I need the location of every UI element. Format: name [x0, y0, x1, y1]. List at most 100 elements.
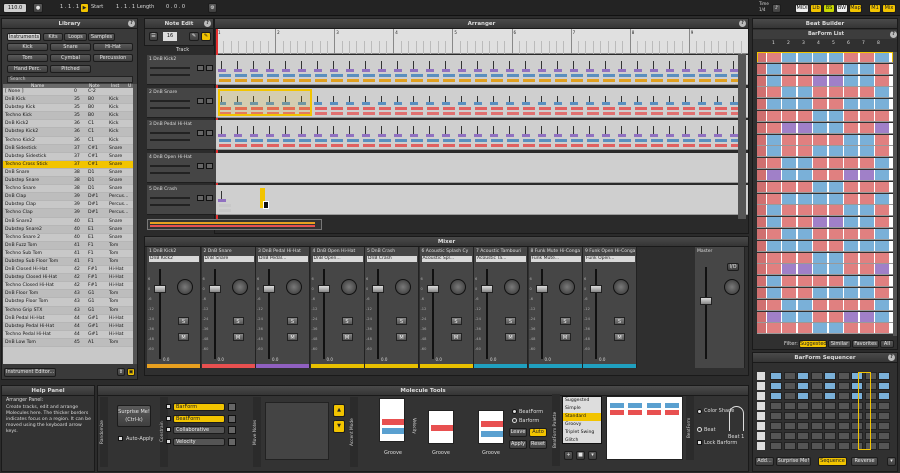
- bs-button[interactable]: BS: [823, 4, 835, 13]
- note-event[interactable]: [395, 74, 407, 77]
- note-event[interactable]: [682, 134, 690, 137]
- track-volume-slider[interactable]: [150, 99, 190, 102]
- fader-handle[interactable]: [481, 285, 493, 293]
- surprise-me-button[interactable]: Surprise Me! (Ctrl-k): [117, 405, 151, 427]
- note-event[interactable]: [491, 111, 503, 115]
- note-event[interactable]: [362, 101, 370, 105]
- sequencer-cell[interactable]: [824, 412, 836, 420]
- start-toggle[interactable]: ▶: [80, 3, 89, 13]
- note-event[interactable]: [571, 74, 583, 77]
- note-event[interactable]: [314, 101, 322, 105]
- constraint-collaborative[interactable]: Collaborative: [173, 426, 225, 434]
- note-event[interactable]: [491, 79, 503, 82]
- color-shade-radio[interactable]: [697, 409, 702, 414]
- note-event[interactable]: [522, 134, 530, 137]
- tab-instruments[interactable]: Instruments: [7, 33, 41, 41]
- note-event[interactable]: [506, 69, 514, 72]
- note-event[interactable]: [219, 79, 231, 82]
- library-row[interactable]: Dubstep Kick 35 B0 Kick: [3, 104, 133, 113]
- sequencer-cell[interactable]: [797, 382, 809, 390]
- note-event[interactable]: [426, 69, 434, 72]
- note-event[interactable]: [330, 134, 338, 137]
- note-event[interactable]: [667, 106, 679, 110]
- constraint-checkbox[interactable]: [166, 438, 171, 444]
- pan-knob[interactable]: [177, 279, 193, 295]
- note-event[interactable]: [459, 106, 471, 110]
- note-event[interactable]: [395, 111, 407, 115]
- bw-button[interactable]: BW: [836, 4, 848, 13]
- barform-row[interactable]: [757, 311, 893, 323]
- mute-button[interactable]: M: [505, 333, 516, 341]
- note-event[interactable]: [475, 79, 487, 82]
- note-event[interactable]: [395, 79, 407, 82]
- palette-item[interactable]: Groovy: [563, 421, 601, 429]
- note-event[interactable]: [475, 111, 487, 115]
- note-event[interactable]: [491, 106, 503, 110]
- note-event[interactable]: [427, 111, 439, 115]
- note-event[interactable]: [507, 79, 519, 82]
- barform-row[interactable]: [757, 264, 893, 276]
- instrument-select[interactable]: DnB Kick2: [149, 256, 199, 262]
- note-event[interactable]: [635, 111, 647, 115]
- arranger-overview[interactable]: [147, 219, 322, 230]
- sequencer-cell[interactable]: [824, 402, 836, 410]
- note-event[interactable]: [650, 134, 658, 137]
- library-row[interactable]: [ None ] 0 C-2: [3, 88, 133, 97]
- help-icon[interactable]: ?: [888, 354, 895, 361]
- note-event[interactable]: [395, 106, 407, 110]
- track-header-5[interactable]: 5 DnB Crash: [147, 185, 216, 215]
- barform-row[interactable]: [757, 87, 893, 99]
- beatform-radio[interactable]: [512, 409, 517, 414]
- sequencer-cell[interactable]: [797, 372, 809, 380]
- sequencer-cell[interactable]: [783, 442, 796, 450]
- sequencer-cell[interactable]: [837, 402, 850, 410]
- note-event[interactable]: [443, 139, 455, 142]
- barform-row[interactable]: [757, 288, 893, 299]
- barform-row[interactable]: [757, 299, 893, 311]
- note-event[interactable]: [427, 144, 439, 147]
- note-event[interactable]: [219, 144, 231, 147]
- sequencer-cell[interactable]: [824, 422, 836, 430]
- note-event[interactable]: [251, 74, 263, 77]
- mute-button[interactable]: M: [287, 333, 298, 341]
- note-event[interactable]: [571, 139, 583, 142]
- sequencer-cell[interactable]: [878, 412, 890, 420]
- note-event[interactable]: [651, 144, 663, 147]
- instrument-select[interactable]: DnB Crash: [367, 256, 417, 262]
- note-event[interactable]: [266, 134, 274, 137]
- sequencer-row-arrow-icon[interactable]: [757, 372, 765, 380]
- note-event[interactable]: [539, 74, 551, 77]
- note-event[interactable]: [250, 69, 258, 72]
- note-event[interactable]: [218, 69, 226, 72]
- note-event[interactable]: [331, 144, 343, 147]
- note-event[interactable]: [459, 139, 471, 142]
- solo-icon[interactable]: [206, 195, 213, 201]
- palette-remove-icon[interactable]: ■: [576, 451, 585, 460]
- barform-row[interactable]: [757, 229, 893, 240]
- barform-row[interactable]: [757, 111, 893, 122]
- barform-row[interactable]: [757, 122, 893, 134]
- track-volume-slider[interactable]: [150, 164, 190, 167]
- note-event[interactable]: [443, 79, 455, 82]
- note-event[interactable]: [330, 101, 338, 105]
- mute-button[interactable]: M: [450, 333, 462, 341]
- note-event[interactable]: [251, 139, 263, 142]
- mute-button[interactable]: M: [559, 333, 571, 341]
- pan-knob[interactable]: [449, 279, 466, 295]
- filter-tom[interactable]: Tom: [7, 54, 48, 62]
- note-event[interactable]: [490, 134, 498, 137]
- note-event[interactable]: [363, 74, 375, 77]
- palette-item[interactable]: Standard: [563, 413, 601, 421]
- filter-kick[interactable]: Kick: [7, 43, 48, 51]
- note-event[interactable]: [554, 134, 562, 137]
- sequencer-cell[interactable]: [783, 432, 796, 440]
- note-event[interactable]: [507, 111, 519, 115]
- sequencer-cell[interactable]: [783, 422, 796, 430]
- midi-button[interactable]: MIDI: [795, 4, 809, 13]
- note-event[interactable]: [299, 144, 311, 147]
- note-event[interactable]: [475, 106, 487, 110]
- filter-percussion[interactable]: Percussion: [93, 54, 133, 62]
- note-event[interactable]: [635, 106, 647, 110]
- solo-button[interactable]: S: [287, 317, 298, 325]
- note-event[interactable]: [698, 101, 706, 105]
